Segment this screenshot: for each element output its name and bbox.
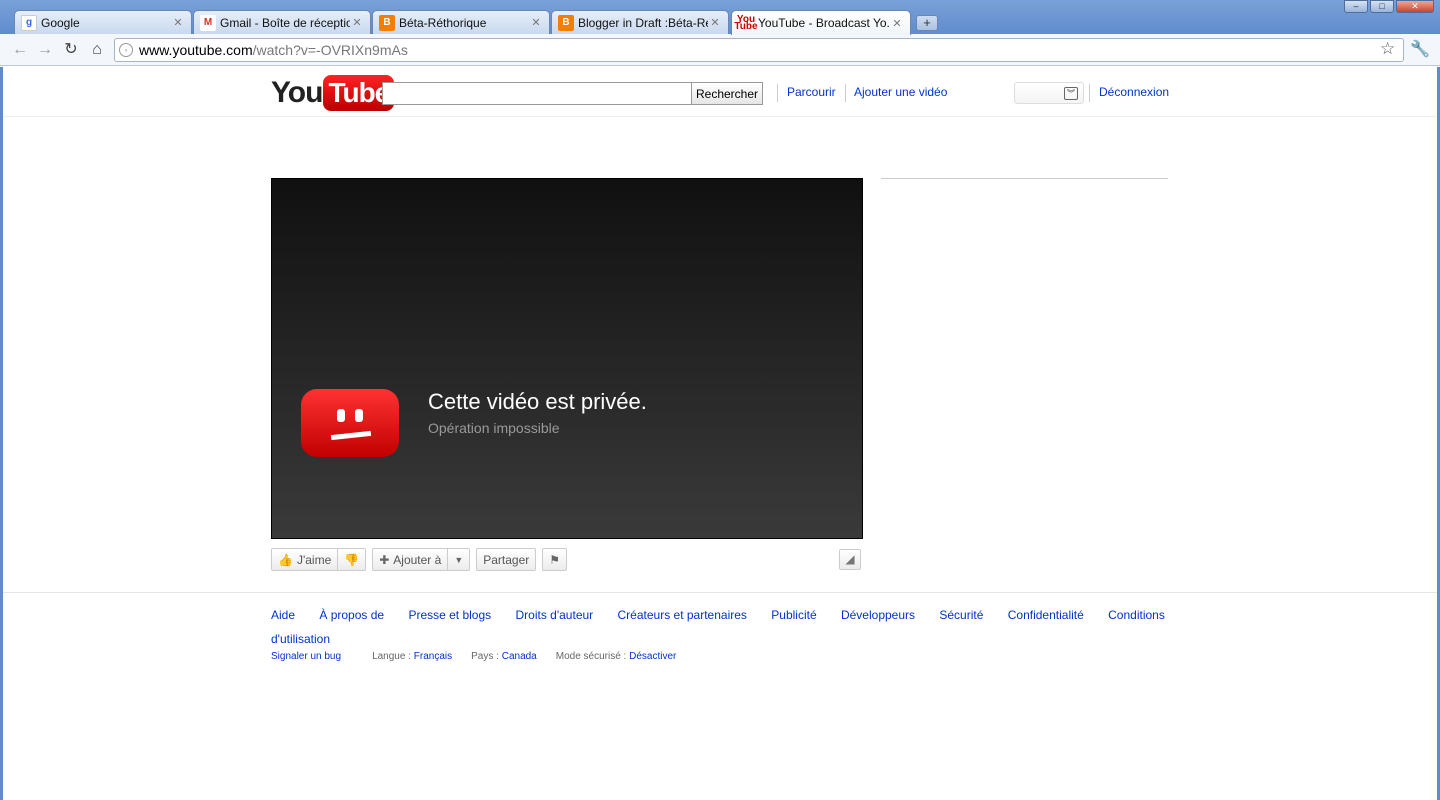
safety-mode-link[interactable]: Désactiver <box>629 651 676 662</box>
share-button[interactable]: Partager <box>476 548 537 571</box>
close-icon[interactable]: ✕ <box>708 16 722 29</box>
divider <box>845 84 846 102</box>
caret-down-icon: ▼ <box>454 554 464 565</box>
thumbs-down-icon: 👎 <box>344 552 360 567</box>
forward-arrow-icon[interactable]: → <box>34 39 56 61</box>
tab-blogger-draft[interactable]: B Blogger in Draft :Béta-Rét... ✕ <box>551 10 729 34</box>
browse-link[interactable]: Parcourir <box>787 85 836 99</box>
wrench-icon[interactable]: 🔧 <box>1410 39 1430 59</box>
add-to-label: Ajouter à <box>393 552 442 567</box>
video-actions: 👍 J'aime 👎 ✚ Ajouter à ▼ Partager ⚑ <box>271 548 573 571</box>
footer-link-copyright[interactable]: Droits d'auteur <box>516 608 594 622</box>
language-link[interactable]: Français <box>414 651 452 662</box>
tab-title: Google <box>41 15 80 30</box>
stats-button[interactable]: ◢ <box>839 549 861 570</box>
tab-gmail[interactable]: M Gmail - Boîte de réceptio... ✕ <box>193 10 371 34</box>
tab-youtube[interactable]: You Tube YouTube - Broadcast Yo... ✕ <box>731 10 911 35</box>
footer-divider <box>3 592 1437 593</box>
address-bar[interactable]: ◦ www.youtube.com/watch?v=-OVRIXn9mAs <box>114 38 1404 62</box>
tab-title: Béta-Réthorique <box>399 15 487 30</box>
error-subtitle: Opération impossible <box>428 420 560 436</box>
gmail-icon: M <box>200 14 216 31</box>
globe-icon: ◦ <box>119 43 133 57</box>
search-input[interactable] <box>382 82 692 105</box>
thumbs-up-icon: 👍 <box>278 552 293 567</box>
youtube-page: You Tube Rechercher Parcourir Ajouter un… <box>0 67 1440 800</box>
footer-link-creators[interactable]: Créateurs et partenaires <box>618 608 747 622</box>
footer-meta: Signaler un bug Langue : Français Pays :… <box>271 651 695 662</box>
footer-link-safety[interactable]: Sécurité <box>939 608 983 622</box>
country-link[interactable]: Canada <box>502 651 537 662</box>
sad-youtube-icon <box>301 389 399 457</box>
blogger-icon: B <box>379 14 395 31</box>
share-label: Partager <box>483 552 530 567</box>
like-button[interactable]: 👍 J'aime <box>271 548 339 571</box>
search-button[interactable]: Rechercher <box>691 82 763 105</box>
flag-button[interactable]: ⚑ <box>542 548 568 571</box>
blogger-icon: B <box>558 14 574 31</box>
url-host: www.youtube.com <box>139 42 253 58</box>
plus-icon: ✚ <box>379 552 390 567</box>
tab-title: YouTube - Broadcast Yo... <box>758 16 890 30</box>
url-path: /watch?v=-OVRIXn9mAs <box>252 42 408 58</box>
browser-tabstrip: g Google ✕ M Gmail - Boîte de réceptio..… <box>0 0 1440 35</box>
like-label: J'aime <box>296 552 332 567</box>
reload-icon[interactable]: ↻ <box>60 39 82 61</box>
footer-link-about[interactable]: À propos de <box>319 608 384 622</box>
browser-toolbar: ← → ↻ ⌂ ◦ www.youtube.com/watch?v=-OVRIX… <box>0 34 1440 66</box>
close-icon[interactable]: ✕ <box>171 16 185 29</box>
video-player[interactable]: Cette vidéo est privée. Opération imposs… <box>271 178 863 539</box>
footer-link-advertising[interactable]: Publicité <box>771 608 816 622</box>
safety-mode-label: Mode sécurisé : <box>555 651 627 662</box>
back-arrow-icon[interactable]: ← <box>9 39 31 61</box>
upload-link[interactable]: Ajouter une vidéo <box>854 85 947 99</box>
footer-link-developers[interactable]: Développeurs <box>841 608 915 622</box>
footer-link-help[interactable]: Aide <box>271 608 295 622</box>
tab-google[interactable]: g Google ✕ <box>14 10 192 34</box>
header-divider <box>3 116 1437 117</box>
home-icon[interactable]: ⌂ <box>86 39 108 61</box>
country-label: Pays : <box>471 651 499 662</box>
divider <box>777 84 778 102</box>
youtube-logo[interactable]: You Tube <box>271 75 395 111</box>
close-icon[interactable]: ✕ <box>350 16 364 29</box>
tab-beta-rethorique[interactable]: B Béta-Réthorique ✕ <box>372 10 550 34</box>
stats-chart-icon: ◢ <box>845 552 855 566</box>
error-title: Cette vidéo est privée. <box>428 389 647 414</box>
close-icon[interactable]: ✕ <box>890 17 904 30</box>
bookmark-star-icon[interactable]: ☆ <box>1380 39 1395 59</box>
minimize-icon[interactable]: – <box>1344 0 1368 13</box>
flag-icon: ⚑ <box>549 552 561 567</box>
maximize-icon[interactable]: □ <box>1370 0 1394 13</box>
google-icon: g <box>21 14 37 31</box>
footer-link-privacy[interactable]: Confidentialité <box>1008 608 1084 622</box>
window-controls: – □ ✕ <box>1342 0 1434 13</box>
youtube-icon: You Tube <box>734 14 758 32</box>
window-close-icon[interactable]: ✕ <box>1396 0 1434 13</box>
language-label: Langue : <box>372 651 411 662</box>
logout-link[interactable]: Déconnexion <box>1099 85 1169 99</box>
divider <box>1089 84 1090 102</box>
account-dropdown[interactable]: ︾ <box>1014 82 1084 104</box>
sidebar-divider <box>881 178 1168 179</box>
chevron-down-icon: ︾ <box>1064 87 1078 100</box>
report-bug-link[interactable]: Signaler un bug <box>271 651 341 662</box>
add-to-button[interactable]: ✚ Ajouter à <box>372 548 449 571</box>
new-tab-button[interactable]: + <box>916 15 938 31</box>
tab-title: Gmail - Boîte de réceptio... <box>220 15 350 30</box>
dislike-button[interactable]: 👎 <box>338 548 367 571</box>
tab-title: Blogger in Draft :Béta-Rét... <box>578 15 708 30</box>
add-to-dropdown-button[interactable]: ▼ <box>448 548 471 571</box>
footer-links: Aide À propos de Presse et blogs Droits … <box>271 603 1171 651</box>
footer-link-press[interactable]: Presse et blogs <box>408 608 491 622</box>
close-icon[interactable]: ✕ <box>529 16 543 29</box>
logo-you: You <box>271 76 323 109</box>
